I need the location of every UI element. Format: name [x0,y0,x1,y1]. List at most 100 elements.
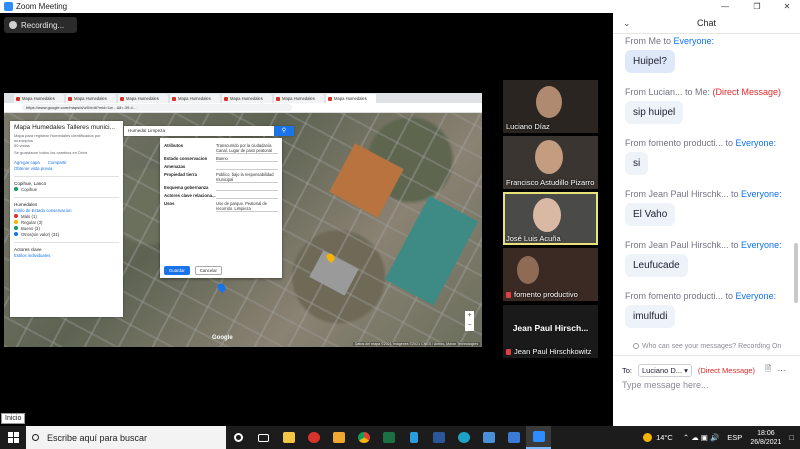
message-text: si [625,152,649,175]
message-text: Huipel? [625,50,675,73]
word-icon[interactable] [426,426,451,449]
video-tile[interactable]: Francisco Astudillo Pizarro [503,136,598,189]
start-button[interactable] [0,426,26,449]
save-status: Se guardaron todos los cambios en Drive [14,150,88,155]
file-icon[interactable]: 🗎 [765,363,771,377]
map-pin-icon [14,187,18,191]
taskbar-clock[interactable]: 18:06 26/8/2021 [750,429,781,447]
app-icon[interactable] [301,426,326,449]
chat-message: From Jean Paul Hirschk... to Everyone: L… [625,240,795,277]
excel-icon[interactable] [376,426,401,449]
chat-message: From Jean Paul Hirschk... to Everyone: E… [625,189,795,226]
store-icon[interactable] [326,426,351,449]
field-value[interactable] [216,164,278,170]
edge-icon[interactable] [451,426,476,449]
weather-icon[interactable] [643,433,653,442]
chat-header: ⌄ Chat [613,13,800,34]
zoom-icon[interactable] [526,426,551,449]
clock-date: 26/8/2021 [750,438,782,446]
system-tray: 14°C ⌃ ☁ ▣ 🔊 ESP 18:06 26/8/2021 □ [643,426,800,449]
chat-scrollbar[interactable] [794,243,798,303]
app-icon[interactable] [401,426,426,449]
maps-favicon-icon [328,96,332,101]
close-icon[interactable]: ✕ [776,0,798,13]
browser-tab[interactable]: Mapa Humedales [14,94,64,103]
chevron-down-icon[interactable]: ⌄ [623,18,631,29]
save-button[interactable]: Guardar [164,266,190,275]
layer-style-link[interactable]: Estilos individuales [14,252,119,258]
chrome-icon[interactable] [351,426,376,449]
browser-tab[interactable]: Mapa Humedales [222,94,272,103]
layer-copihue: Copihue, Lanco Copihue [14,176,119,192]
participant-video [517,256,539,284]
browser-tab[interactable]: Mapa Humedales [274,94,324,103]
field-value[interactable]: Uso de parque. Peatonal de recorrido. Li… [216,201,278,212]
notifications-icon[interactable]: □ [789,433,794,442]
add-layer-button[interactable]: Agregar capa [14,160,40,165]
weather-temp[interactable]: 14°C [656,433,673,442]
tray-icons[interactable]: ⌃ ☁ ▣ 🔊 [683,433,719,442]
url-field[interactable]: https://www.google.com/maps/d/u/0/edit?m… [22,104,292,111]
zoom-controls[interactable]: + − [465,311,474,331]
field-label: Actores clave relaciona... [164,193,216,198]
preview-button[interactable]: Obtener vista previa [14,166,52,171]
image-viewer-icon[interactable] [501,426,526,449]
legend-item[interactable]: Malo (1) [21,214,37,219]
field-value[interactable] [216,193,278,199]
cortana-icon[interactable] [226,426,251,449]
recording-label: Recording... [21,20,65,30]
task-view-icon[interactable] [251,426,276,449]
cancel-button[interactable]: Cancelar [194,266,222,275]
photos-icon[interactable] [476,426,501,449]
video-tile[interactable]: Jean Paul Hirsch... Jean Paul Hirschkowi… [503,305,598,358]
zoom-title-bar: Zoom Meeting — ❐ ✕ [0,0,800,13]
field-value[interactable]: Transcurrido por la ciudadanía. Canal. L… [216,143,278,154]
video-tile-active-speaker[interactable]: José Luis Acuña [503,192,598,245]
participant-name-placeholder: Jean Paul Hirsch... [512,323,589,333]
browser-tab-active[interactable]: Mapa Humedales [326,94,376,103]
message-text: sip huipel [625,101,684,124]
chat-message-input[interactable]: Type message here... [622,380,709,390]
to-label: To: [622,365,633,375]
maximize-icon[interactable]: ❐ [746,0,768,13]
message-text: Leufucade [625,254,688,277]
muted-mic-icon [506,349,511,355]
field-value[interactable]: Publico, bajo la responsabilidad municip… [216,172,278,183]
taskbar-search-placeholder: Escribe aquí para buscar [47,432,148,443]
maps-favicon-icon [16,96,20,101]
satellite-map[interactable]: Mapa Humedales Talleres munici... Mapa p… [4,113,482,347]
minimize-icon[interactable]: — [714,0,736,13]
browser-tab[interactable]: Mapa Humedales [170,94,220,103]
legend-item[interactable]: Bueno (3) [21,226,40,231]
field-label: Estado conservacion [164,156,208,161]
direct-message-label: (Direct Message) [697,365,755,375]
search-icon[interactable]: ⚲ [274,126,294,136]
more-icon[interactable]: ⋯ [777,366,785,375]
legend-item[interactable]: Regular (3) [21,220,43,225]
message-visibility-notice[interactable]: Who can see your messages? Recording On [633,343,781,350]
map-title[interactable]: Mapa Humedales Talleres munici... [14,124,119,131]
layer-humedales: Humedales Estilo de Estado conservacion … [14,197,119,237]
participant-name: Francisco Astudillo Pizarro [506,178,595,187]
divider [613,355,800,356]
field-value[interactable]: Bueno [216,156,278,162]
recording-indicator[interactable]: Recording... [4,17,77,33]
windows-logo-icon [7,432,19,443]
map-marker-icon[interactable] [215,281,228,294]
video-tile[interactable]: Luciano Díaz [503,80,598,133]
file-explorer-icon[interactable] [276,426,301,449]
share-button[interactable]: Compartir [48,160,67,165]
browser-tab[interactable]: Mapa Humedales [66,94,116,103]
feature-info-card: Atributos Transcurrido por la ciudadanía.… [160,138,282,278]
legend-item[interactable]: Otros(sin valor) (31) [21,232,59,237]
field-value[interactable] [216,185,278,191]
taskbar-search[interactable]: Escribe aquí para buscar [26,426,226,449]
browser-tab[interactable]: Mapa Humedales [118,94,168,103]
video-tile[interactable]: fomento productivo [503,248,598,301]
map-attribution: Datos del mapa ©2021 Imágenes ©2021 CNES… [352,342,480,346]
recipient-select[interactable]: Luciano D... ▾ [638,363,692,377]
input-language[interactable]: ESP [727,433,742,442]
map-search-box[interactable]: Humedal Limpeza ⚲ [124,126,294,136]
layer-item[interactable]: Copihue [21,187,37,192]
browser-address-bar: https://www.google.com/maps/d/u/0/edit?m… [4,103,482,113]
